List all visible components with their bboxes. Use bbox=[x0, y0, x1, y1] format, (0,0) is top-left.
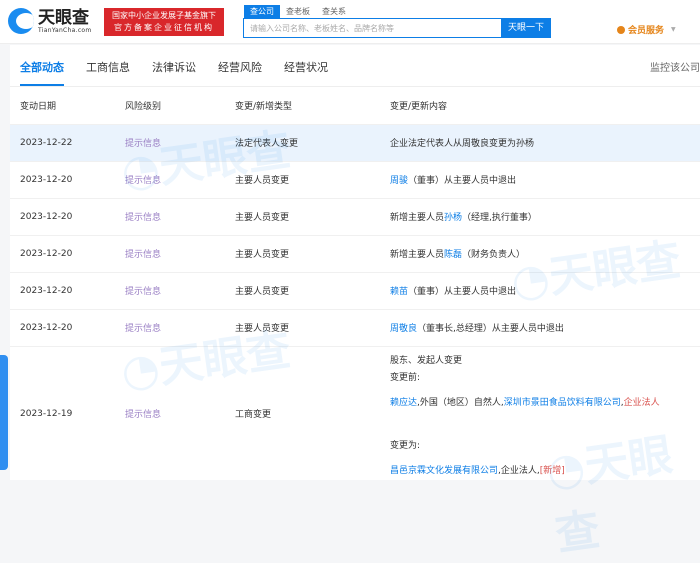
updates-table: 变动日期 风险级别 变更/新增类型 变更/更新内容 2023-12-22 提示信… bbox=[10, 88, 700, 481]
content-text: 新增主要人员 bbox=[390, 213, 445, 223]
text: ,企业法人, bbox=[498, 465, 540, 476]
tab-bar: 全部动态 工商信息 法律诉讼 经营风险 经营状况 监控该公司 bbox=[10, 45, 700, 87]
row-content: 周骏（董事）从主要人员中退出 bbox=[390, 160, 700, 198]
new-tag: [新增] bbox=[539, 465, 565, 476]
row-date: 2023-12-22 bbox=[10, 123, 125, 161]
search-tab-relation[interactable]: 查关系 bbox=[316, 5, 352, 18]
search-input[interactable]: 请输入公司名称、老板姓名、品牌名称等 bbox=[243, 18, 501, 38]
logo-domain: TianYanCha.com bbox=[38, 26, 92, 34]
search-tab-boss[interactable]: 查老板 bbox=[280, 5, 316, 18]
row-date: 2023-12-20 bbox=[10, 160, 125, 198]
row-risk[interactable]: 提示信息 bbox=[125, 234, 235, 272]
company-link[interactable]: 深圳市景田食品饮料有限公司 bbox=[504, 398, 621, 408]
certification-badge: 国家中小企业发展子基金旗下 官方备案企业征信机构 bbox=[104, 8, 224, 36]
row-risk[interactable]: 提示信息 bbox=[125, 308, 235, 346]
person-link[interactable]: 周敬良 bbox=[390, 324, 417, 334]
table-row: 2023-12-19 提示信息 工商变更 股东、发起人变更 变更前: 赖应达,外… bbox=[10, 345, 700, 481]
row-type: 法定代表人变更 bbox=[235, 123, 390, 161]
row-risk[interactable]: 提示信息 bbox=[125, 345, 235, 481]
table-row: 2023-12-20 提示信息 主要人员变更 周骏（董事）从主要人员中退出 bbox=[10, 160, 700, 198]
main-panel: 全部动态 工商信息 法律诉讼 经营风险 经营状况 监控该公司 变动日期 风险级别… bbox=[10, 45, 700, 561]
row-date: 2023-12-19 bbox=[10, 345, 125, 481]
content-text: （董事长,总经理）从主要人员中退出 bbox=[417, 324, 564, 334]
row-type: 主要人员变更 bbox=[235, 197, 390, 235]
badge-line2: 官方备案企业征信机构 bbox=[114, 23, 214, 32]
row-type: 主要人员变更 bbox=[235, 160, 390, 198]
text: ,外国（地区）自然人, bbox=[417, 397, 504, 408]
row-date: 2023-12-20 bbox=[10, 234, 125, 272]
col-date: 变动日期 bbox=[20, 102, 57, 113]
search-button[interactable]: 天眼一下 bbox=[501, 18, 551, 38]
table-row: 2023-12-20 提示信息 主要人员变更 新增主要人员孙杨（经理,执行董事） bbox=[10, 197, 700, 235]
monitor-company-button[interactable]: 监控该公司 bbox=[650, 59, 700, 74]
crown-icon bbox=[617, 25, 625, 34]
top-header: 天眼查 TianYanCha.com 国家中小企业发展子基金旗下 官方备案企业征信机… bbox=[0, 0, 700, 44]
col-risk: 风险级别 bbox=[125, 102, 162, 113]
person-link[interactable]: 陈磊 bbox=[444, 250, 462, 260]
row-date: 2023-12-20 bbox=[10, 197, 125, 235]
logo-icon bbox=[8, 8, 34, 34]
row-content: 周敬良（董事长,总经理）从主要人员中退出 bbox=[390, 308, 700, 346]
col-content: 变更/更新内容 bbox=[390, 102, 448, 113]
person-link[interactable]: 孙杨 bbox=[444, 213, 462, 223]
row-type: 主要人员变更 bbox=[235, 234, 390, 272]
after-label: 变更为: bbox=[390, 440, 421, 451]
row-date: 2023-12-20 bbox=[10, 308, 125, 346]
content-text: （董事）从主要人员中退出 bbox=[408, 287, 517, 297]
person-link[interactable]: 周骏 bbox=[390, 176, 408, 186]
row-date: 2023-12-20 bbox=[10, 271, 125, 309]
company-link[interactable]: 昌邑京霖文化发展有限公司 bbox=[390, 466, 498, 476]
row-content: 新增主要人员孙杨（经理,执行董事） bbox=[390, 197, 700, 235]
row-risk[interactable]: 提示信息 bbox=[125, 271, 235, 309]
logo-text: 天眼查 bbox=[38, 7, 89, 28]
tab-business-info[interactable]: 工商信息 bbox=[86, 45, 130, 86]
row-risk[interactable]: 提示信息 bbox=[125, 160, 235, 198]
table-row: 2023-12-20 提示信息 主要人员变更 新增主要人员陈磊（财务负责人） bbox=[10, 234, 700, 272]
col-type: 变更/新增类型 bbox=[235, 102, 293, 113]
row-content: 赖苗（董事）从主要人员中退出 bbox=[390, 271, 700, 309]
table-row: 2023-12-20 提示信息 主要人员变更 周敬良（董事长,总经理）从主要人员… bbox=[10, 308, 700, 346]
row-type: 主要人员变更 bbox=[235, 308, 390, 346]
badge-line1: 国家中小企业发展子基金旗下 bbox=[112, 11, 216, 20]
row-content: 企业法定代表人从周敬良变更为孙杨 bbox=[390, 123, 700, 161]
entity-tag: 企业法人 bbox=[623, 397, 660, 408]
vip-label: 会员服务 bbox=[628, 26, 665, 36]
person-link[interactable]: 赖应达 bbox=[390, 398, 417, 408]
logo[interactable]: 天眼查 TianYanCha.com bbox=[8, 8, 92, 34]
table-row: 2023-12-20 提示信息 主要人员变更 赖苗（董事）从主要人员中退出 bbox=[10, 271, 700, 309]
table-row: 2023-12-22 提示信息 法定代表人变更 企业法定代表人从周敬良变更为孙杨 bbox=[10, 123, 700, 161]
caret-down-icon: ▼ bbox=[671, 26, 676, 33]
content-text: 新增主要人员 bbox=[390, 250, 445, 260]
content-text: （经理,执行董事） bbox=[462, 213, 537, 223]
content-text: 企业法定代表人从周敬良变更为孙杨 bbox=[390, 139, 535, 149]
tab-risk[interactable]: 经营风险 bbox=[218, 45, 262, 86]
floating-side-tab[interactable] bbox=[0, 355, 8, 470]
content-text: （财务负责人） bbox=[462, 250, 526, 260]
row-risk[interactable]: 提示信息 bbox=[125, 197, 235, 235]
change-title: 股东、发起人变更 bbox=[390, 355, 463, 366]
search-tab-company[interactable]: 查公司 bbox=[244, 5, 280, 18]
before-label: 变更前: bbox=[390, 372, 421, 383]
row-type: 工商变更 bbox=[235, 345, 390, 481]
tab-all-updates[interactable]: 全部动态 bbox=[20, 45, 64, 86]
row-content: 新增主要人员陈磊（财务负责人） bbox=[390, 234, 700, 272]
person-link[interactable]: 赖苗 bbox=[390, 287, 408, 297]
row-type: 主要人员变更 bbox=[235, 271, 390, 309]
tab-operation[interactable]: 经营状况 bbox=[284, 45, 328, 86]
tab-legal[interactable]: 法律诉讼 bbox=[152, 45, 196, 86]
row-risk[interactable]: 提示信息 bbox=[125, 123, 235, 161]
content-text: （董事）从主要人员中退出 bbox=[408, 176, 517, 186]
vip-service-menu[interactable]: 会员服务 ▼ bbox=[617, 23, 676, 36]
